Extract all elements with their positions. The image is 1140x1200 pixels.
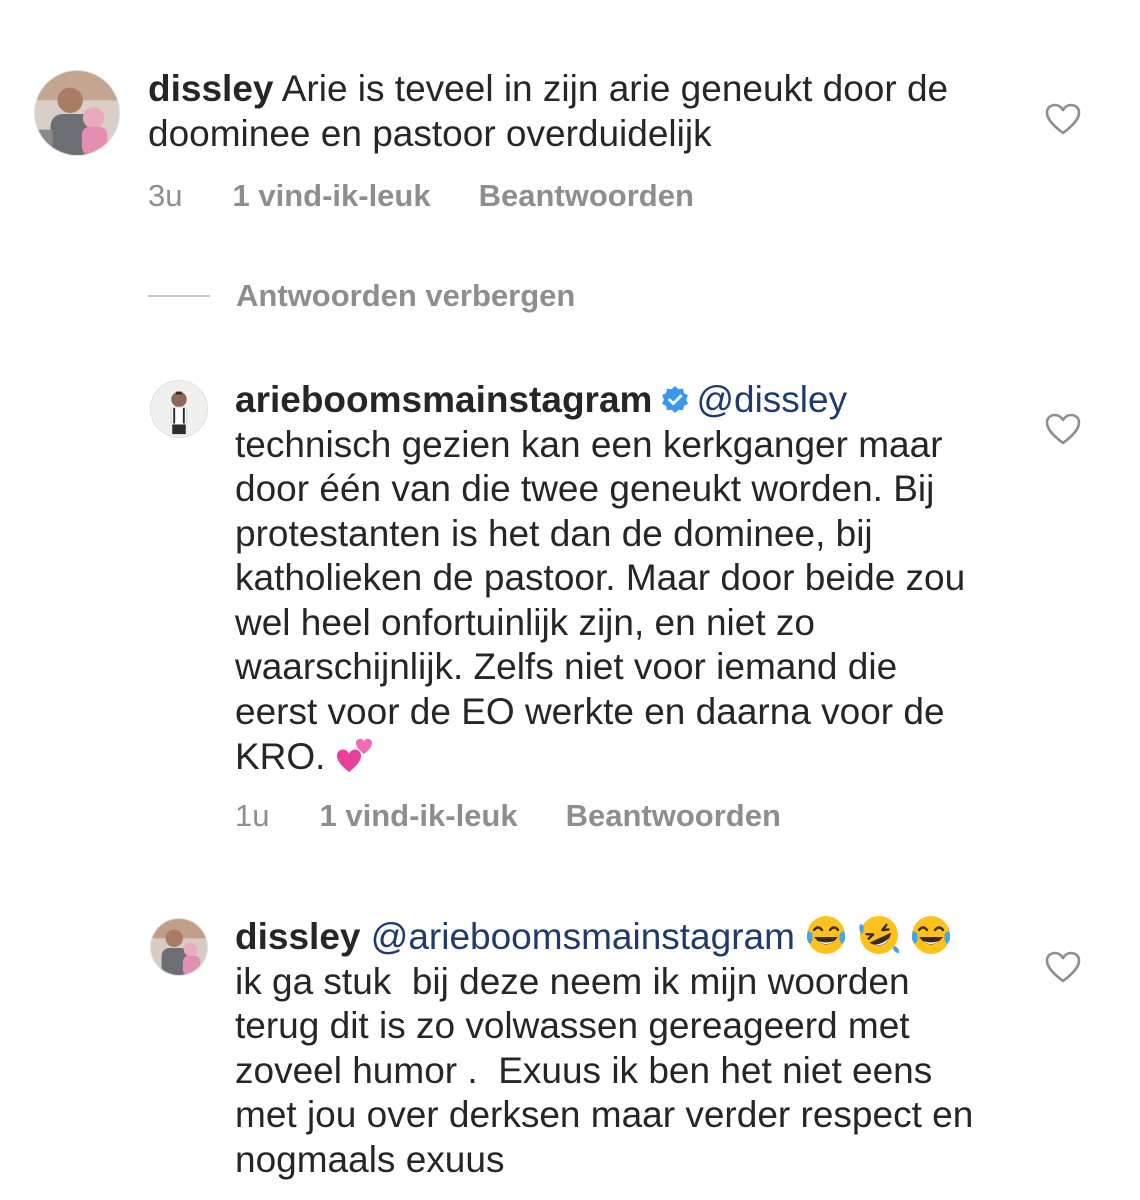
face-with-tears-of-joy-icon bbox=[805, 914, 847, 956]
hide-replies-label[interactable]: Antwoorden verbergen bbox=[236, 278, 575, 314]
like-heart-icon[interactable] bbox=[1045, 951, 1081, 983]
comment-text: ik ga stuk bij deze neem ik mijn woorden… bbox=[235, 960, 984, 1180]
comment-time: 3u bbox=[148, 178, 183, 213]
two-hearts-icon bbox=[336, 734, 378, 776]
comment-username[interactable]: arieboomsmainstagram bbox=[235, 379, 652, 420]
avatar-photo-icon bbox=[35, 71, 119, 155]
comment-body: dissley @arieboomsmainstagram ik ga stuk… bbox=[235, 914, 987, 1182]
comment-mention-link[interactable]: @arieboomsmainstagram bbox=[371, 916, 795, 957]
verified-badge-icon bbox=[660, 381, 690, 413]
comment-meta: 3u 1 vind-ik-leuk Beantwoorden bbox=[148, 178, 694, 214]
avatar-photo-icon bbox=[151, 919, 207, 975]
avatar-photo-icon bbox=[151, 381, 207, 437]
reply-button[interactable]: Beantwoorden bbox=[479, 178, 694, 214]
comment-meta: 1u 1 vind-ik-leuk Beantwoorden bbox=[235, 798, 781, 834]
reply-button[interactable]: Beantwoorden bbox=[566, 798, 781, 834]
comment-mention-link[interactable]: @dissley bbox=[696, 379, 847, 420]
comment-time: 1u bbox=[235, 798, 270, 833]
like-heart-icon[interactable] bbox=[1045, 413, 1081, 445]
avatar[interactable] bbox=[150, 380, 208, 438]
hide-replies-toggle[interactable]: Antwoorden verbergen bbox=[148, 278, 575, 314]
comment-username[interactable]: dissley bbox=[235, 916, 360, 957]
like-heart-icon[interactable] bbox=[1045, 103, 1081, 135]
comment-username[interactable]: dissley bbox=[148, 68, 273, 109]
avatar[interactable] bbox=[34, 70, 120, 156]
comment-likes[interactable]: 1 vind-ik-leuk bbox=[232, 178, 430, 214]
comment-dissley-1: dissley Arie is teveel in zijn arie gene… bbox=[0, 0, 1140, 260]
avatar[interactable] bbox=[150, 918, 208, 976]
face-with-tears-of-joy-icon bbox=[910, 914, 952, 956]
reply-arieboomsma: arieboomsmainstagram @dissley technisch g… bbox=[0, 360, 1140, 860]
comment-body: arieboomsmainstagram @dissley technisch g… bbox=[235, 378, 987, 780]
comment-body: dissley Arie is teveel in zijn arie gene… bbox=[148, 67, 988, 156]
comment-likes[interactable]: 1 vind-ik-leuk bbox=[319, 798, 517, 834]
rolling-on-floor-laughing-icon bbox=[858, 914, 900, 956]
divider-line bbox=[148, 295, 210, 297]
reply-dissley: dissley @arieboomsmainstagram ik ga stuk… bbox=[0, 900, 1140, 1200]
comment-text: technisch gezien kan een kerkganger maar… bbox=[235, 423, 966, 778]
